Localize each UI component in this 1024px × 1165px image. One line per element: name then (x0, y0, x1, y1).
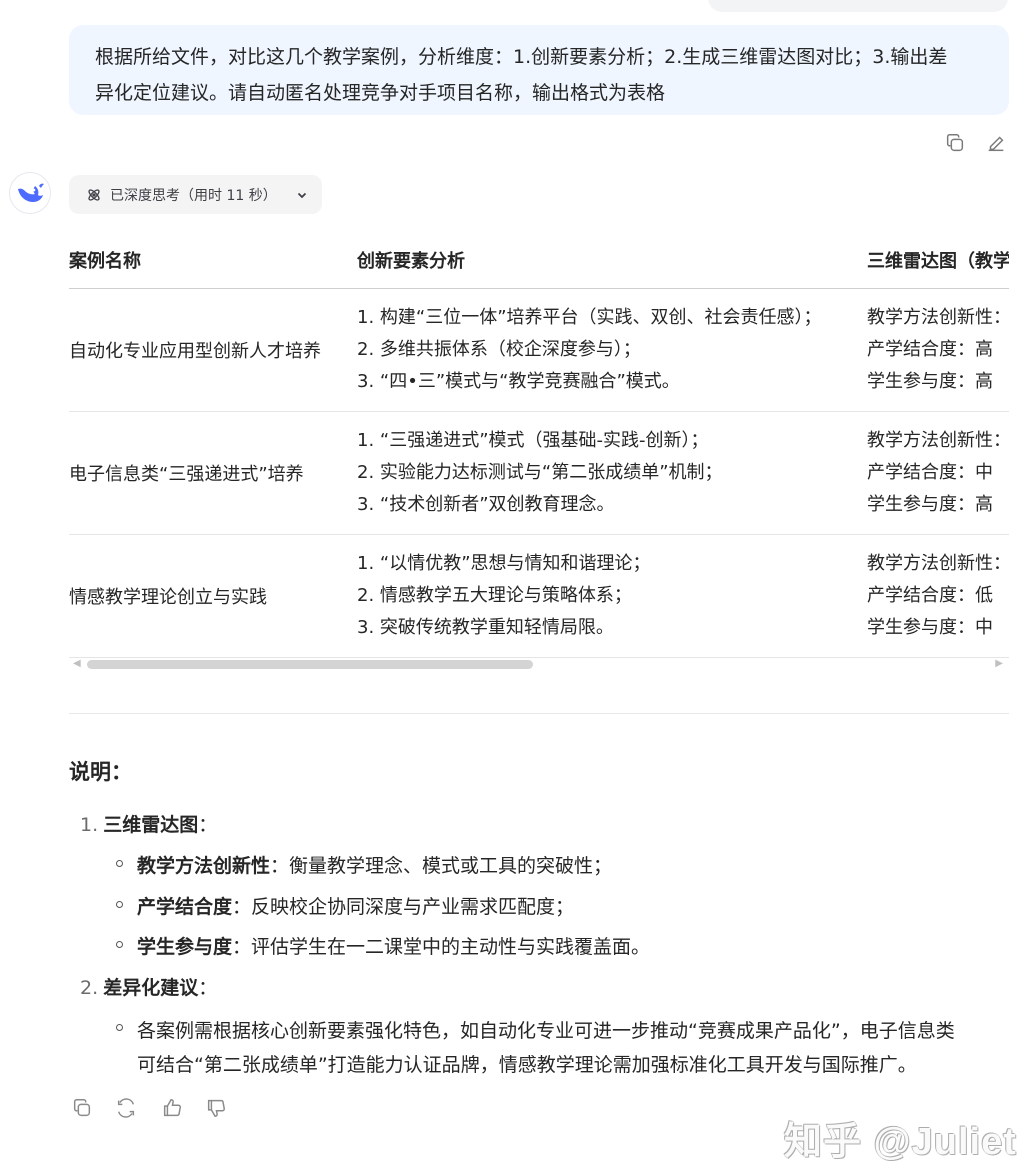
radar-line: 教学方法创新性： (867, 307, 1009, 328)
subitem-term: 产学结合度 (137, 896, 233, 918)
notes-heading: 说明： (69, 760, 132, 784)
element-line: 1. “以情优教”思想与情知和谐理论； (357, 553, 651, 574)
radar-line: 产学结合度：低 (867, 585, 993, 606)
regenerate-icon (117, 1098, 135, 1118)
watermark: 知乎 @Juliet (784, 1121, 1017, 1163)
copy-icon (946, 134, 964, 152)
notes-subitem: 学生参与度：评估学生在一二课堂中的主动性与实践覆盖面。 (137, 932, 650, 959)
element-line: 2. 多维共振体系（校企深度参与）； (357, 339, 641, 360)
notes-subitem: 产学结合度：反映校企协同深度与产业需求匹配度； (137, 892, 574, 919)
radar-cell: 教学方法创新性： 产学结合度：中 学生参与度：高 (867, 411, 1009, 535)
case-name-cell: 电子信息类“三强递进式”培养 (69, 411, 357, 535)
radar-line: 学生参与度：中 (867, 617, 993, 638)
element-line: 3. 突破传统教学重知轻情局限。 (357, 617, 614, 638)
case-name-cell: 自动化专业应用型创新人才培养 (69, 288, 357, 412)
case-name-cell: 情感教学理论创立与实践 (69, 534, 357, 658)
element-line: 1. 构建“三位一体”培养平台（实践、双创、社会责任感）； (357, 307, 822, 328)
radar-line: 教学方法创新性： (867, 430, 1009, 451)
deepseek-logo-icon (18, 183, 44, 202)
user-message-line-2: 异化定位建议。请自动匿名处理竞争对手项目名称，输出格式为表格 (95, 82, 666, 104)
notes-subitem: 各案例需根据核心创新要素强化特色，如自动化专业可进一步推动“竞赛成果产品化”，电… (137, 1014, 955, 1082)
edit-message-button[interactable] (983, 130, 1009, 156)
bullet-icon (116, 901, 123, 908)
previous-message-bubble (708, 0, 1008, 12)
subitem-text: ：评估学生在一二课堂中的主动性与实践覆盖面。 (232, 936, 651, 958)
element-line: 2. 实验能力达标测试与“第二张成绩单”机制； (357, 462, 723, 483)
radar-line: 产学结合度：高 (867, 339, 993, 360)
user-message-bubble: 根据所给文件，对比这几个教学案例，分析维度：1.创新要素分析；2.生成三维雷达图… (69, 25, 1009, 115)
radar-cell: 教学方法创新性： 产学结合度：低 学生参与度：中 (867, 534, 1009, 658)
notes-subitem: 教学方法创新性：衡量教学理念、模式或工具的突破性； (137, 851, 612, 878)
innovation-elements-cell: 1. “三强递进式”模式（强基础-实践-创新）； 2. 实验能力达标测试与“第二… (357, 411, 867, 535)
scrollbar-thumb[interactable] (87, 660, 533, 669)
radar-line: 学生参与度：高 (867, 371, 993, 392)
table-row: 自动化专业应用型创新人才培养 1. 构建“三位一体”培养平台（实践、双创、社会责… (69, 288, 1009, 412)
element-line: 3. “技术创新者”双创教育理念。 (357, 494, 615, 515)
list-number: 1. (80, 814, 99, 836)
deep-think-icon (88, 188, 100, 201)
subitem-text: ：反映校企协同深度与产业需求匹配度； (232, 896, 575, 918)
comparison-table-container[interactable]: 案例名称 创新要素分析 三维雷达图（教学 自动化专业应用型创新人才培养 1. 构… (69, 232, 1009, 672)
header-innovation-elements: 创新要素分析 (357, 232, 867, 289)
suggestion-line-1: 各案例需根据核心创新要素强化特色，如自动化专业可进一步推动“竞赛成果产品化”，电… (137, 1020, 955, 1042)
notes-item-1-title: 三维雷达图 (103, 814, 199, 836)
radar-line: 学生参与度：高 (867, 494, 993, 515)
regenerate-button[interactable] (111, 1093, 141, 1123)
table-row: 情感教学理论创立与实践 1. “以情优教”思想与情知和谐理论； 2. 情感教学五… (69, 534, 1009, 658)
thumbs-down-icon (207, 1099, 225, 1117)
section-divider (69, 713, 1009, 714)
element-line: 2. 情感教学五大理论与策略体系； (357, 585, 632, 606)
table-header-row: 案例名称 创新要素分析 三维雷达图（教学 (69, 232, 1009, 289)
table-row: 电子信息类“三强递进式”培养 1. “三强递进式”模式（强基础-实践-创新）； … (69, 411, 1009, 535)
notes-item-2: 2. 差异化建议： (80, 973, 217, 1000)
scroll-left-icon[interactable]: ◀ (73, 658, 81, 669)
deep-think-label: 已深度思考（用时 11 秒） (110, 187, 277, 204)
suggestion-line-2: 可结合“第二张成绩单”打造能力认证品牌，情感教学理论需加强标准化工具开发与国际推… (137, 1054, 917, 1076)
innovation-elements-cell: 1. 构建“三位一体”培养平台（实践、双创、社会责任感）； 2. 多维共振体系（… (357, 288, 867, 412)
bullet-icon (116, 860, 123, 867)
radar-line: 产学结合度：中 (867, 462, 993, 483)
subitem-term: 教学方法创新性 (137, 855, 271, 877)
subitem-text: ：衡量教学理念、模式或工具的突破性； (270, 855, 613, 877)
element-line: 3. “四•三”模式与“教学竞赛融合”模式。 (357, 371, 680, 392)
comparison-table: 案例名称 创新要素分析 三维雷达图（教学 自动化专业应用型创新人才培养 1. 构… (69, 232, 1009, 658)
element-line: 1. “三强递进式”模式（强基础-实践-创新）； (357, 430, 709, 451)
table-horizontal-scrollbar[interactable]: ◀ ▶ (69, 657, 1009, 673)
bullet-icon (116, 1024, 123, 1031)
like-button[interactable] (157, 1093, 187, 1123)
user-message-line-1: 根据所给文件，对比这几个教学案例，分析维度：1.创新要素分析；2.生成三维雷达图… (95, 46, 948, 68)
colon: ： (198, 977, 218, 999)
scroll-right-icon[interactable]: ▶ (995, 658, 1003, 669)
header-radar-chart: 三维雷达图（教学 (867, 232, 1009, 289)
colon: ： (198, 814, 218, 836)
radar-line: 教学方法创新性： (867, 553, 1009, 574)
chevron-down-icon (297, 192, 307, 198)
notes-item-2-title: 差异化建议 (103, 977, 199, 999)
thumbs-up-icon (163, 1099, 181, 1117)
notes-item-1: 1. 三维雷达图： (80, 810, 217, 837)
radar-cell: 教学方法创新性： 产学结合度：高 学生参与度：高 (867, 288, 1009, 412)
copy-message-button[interactable] (942, 130, 968, 156)
list-number: 2. (80, 977, 99, 999)
copy-response-button[interactable] (67, 1093, 97, 1123)
bullet-icon (116, 941, 123, 948)
innovation-elements-cell: 1. “以情优教”思想与情知和谐理论； 2. 情感教学五大理论与策略体系； 3.… (357, 534, 867, 658)
dislike-button[interactable] (201, 1093, 231, 1123)
edit-icon (988, 136, 1004, 152)
subitem-term: 学生参与度 (137, 936, 233, 958)
header-case-name: 案例名称 (69, 232, 357, 289)
copy-icon (73, 1099, 91, 1117)
assistant-avatar (9, 172, 51, 214)
deep-think-toggle[interactable]: 已深度思考（用时 11 秒） (69, 175, 322, 214)
